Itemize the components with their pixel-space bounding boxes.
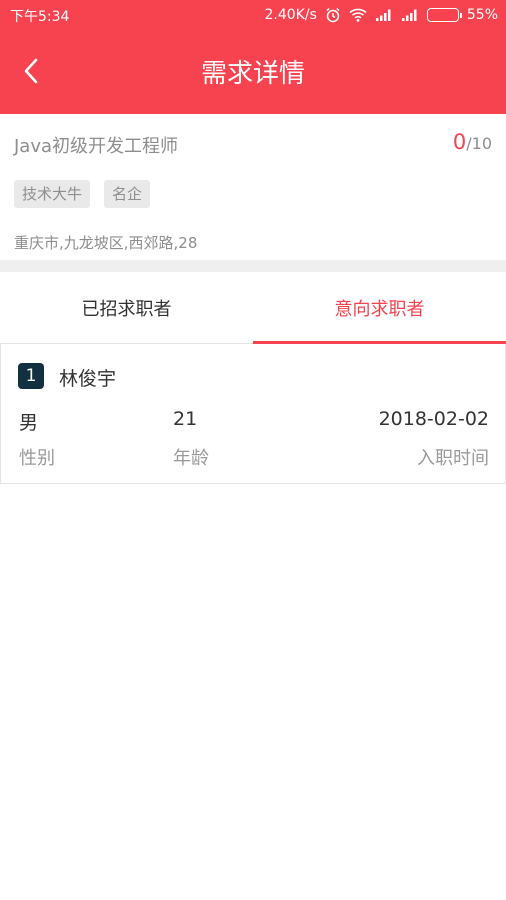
wifi-icon bbox=[349, 8, 367, 22]
job-title: Java初级开发工程师 bbox=[14, 136, 179, 157]
candidate-tabs: 已招求职者 意向求职者 bbox=[0, 272, 506, 344]
battery-percent: 55% bbox=[466, 7, 498, 23]
hire-count: 0/10 bbox=[453, 130, 492, 154]
hire-count-total: /10 bbox=[466, 134, 492, 153]
rank-badge: 1 bbox=[18, 363, 44, 389]
tab-intended-candidates[interactable]: 意向求职者 bbox=[253, 272, 506, 344]
gender-label: 性别 bbox=[19, 448, 55, 469]
network-speed: 2.40K/s bbox=[264, 7, 317, 23]
status-icons: 2.40K/s 55% bbox=[265, 5, 499, 25]
job-tag: 技术大牛 bbox=[14, 180, 91, 208]
candidate-name: 林俊宇 bbox=[59, 368, 117, 390]
tab-hired-candidates[interactable]: 已招求职者 bbox=[0, 272, 253, 343]
age-value: 21 bbox=[173, 408, 198, 430]
hire-date-label: 入职时间 bbox=[417, 448, 489, 469]
hire-date-value: 2018-02-02 bbox=[378, 408, 489, 430]
job-tag: 名企 bbox=[104, 180, 151, 208]
alarm-icon bbox=[325, 7, 341, 23]
tab-label: 意向求职者 bbox=[334, 298, 425, 320]
candidate-card[interactable]: 1 林俊宇 男 21 2018-02-02 性别 年龄 入职时间 bbox=[0, 344, 506, 484]
signal-icon bbox=[401, 8, 419, 22]
job-info: Java初级开发工程师 0/10 技术大牛 名企 重庆市,九龙坡区,西郊路,28 bbox=[0, 114, 506, 260]
age-label: 年龄 bbox=[173, 448, 209, 469]
status-bar: 下午5:34 2.40K/s 55% bbox=[0, 0, 506, 30]
section-divider bbox=[0, 260, 506, 272]
app-header: 下午5:34 2.40K/s 55% 需求详情 bbox=[0, 0, 506, 114]
battery-icon bbox=[426, 8, 462, 22]
gender-value: 男 bbox=[19, 412, 39, 434]
signal-icon bbox=[375, 8, 393, 22]
hire-count-current: 0 bbox=[452, 130, 467, 154]
status-time: 下午5:34 bbox=[10, 9, 70, 25]
nav-bar: 需求详情 bbox=[0, 38, 506, 114]
job-address: 重庆市,九龙坡区,西郊路,28 bbox=[14, 234, 198, 252]
job-tags: 技术大牛 名企 bbox=[14, 180, 151, 208]
tab-label: 已招求职者 bbox=[81, 298, 172, 320]
page-title: 需求详情 bbox=[200, 59, 305, 89]
